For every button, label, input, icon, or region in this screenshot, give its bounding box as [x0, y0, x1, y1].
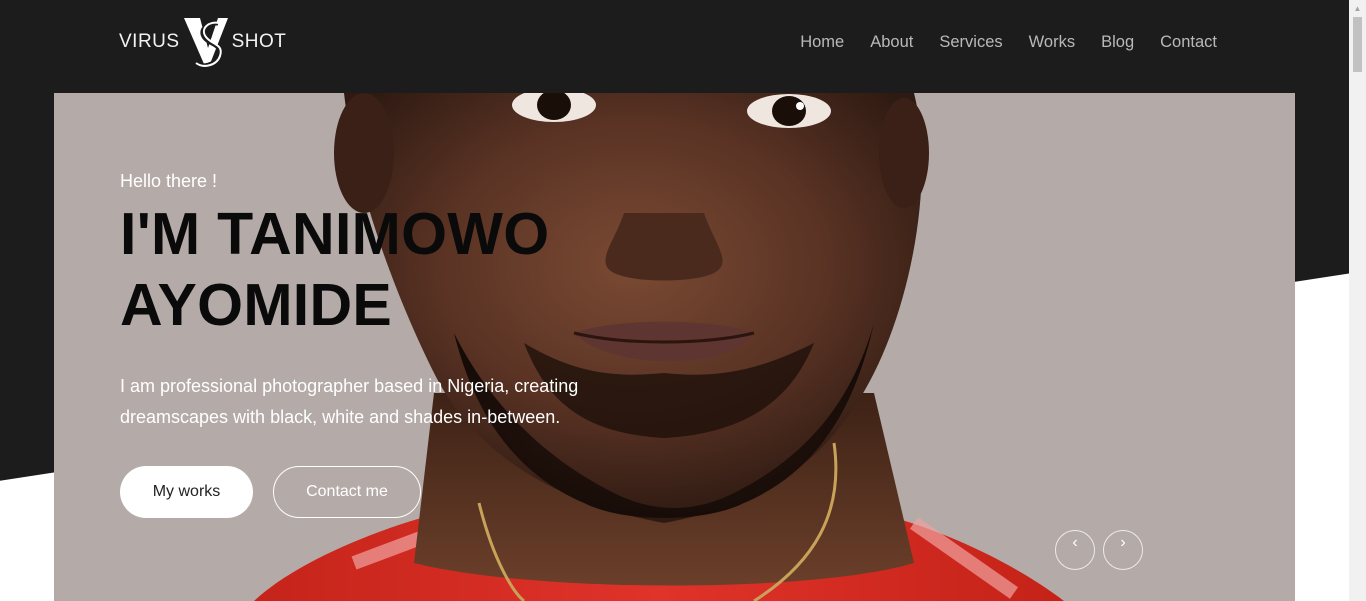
my-works-button[interactable]: My works: [120, 466, 253, 518]
logo-word-left: VIRUS: [119, 31, 180, 52]
vertical-scrollbar[interactable]: ▲: [1349, 0, 1366, 601]
logo-mark-icon: [183, 18, 228, 67]
headline-line-2: AYOMIDE: [120, 272, 393, 338]
scrollbar-thumb[interactable]: [1353, 17, 1362, 72]
nav-works[interactable]: Works: [1029, 33, 1075, 52]
logo-word-right: SHOT: [231, 31, 287, 52]
chevron-left-icon: ‹: [1072, 534, 1078, 551]
hero-text: Hello there ! I'M TANIMOWO AYOMIDE I am …: [120, 171, 680, 433]
hero-greeting: Hello there !: [120, 171, 218, 191]
hero-slider: Hello there ! I'M TANIMOWO AYOMIDE I am …: [54, 93, 1295, 601]
hero-description: I am professional photographer based in …: [120, 376, 579, 427]
chevron-right-icon: ›: [1120, 534, 1126, 551]
nav-about[interactable]: About: [870, 33, 913, 52]
headline-line-1: I'M TANIMOWO: [120, 201, 550, 267]
nav-blog[interactable]: Blog: [1101, 33, 1134, 52]
site-header: VIRUS SHOT Home About Services Works Blo…: [0, 0, 1349, 93]
hero-headline: I'M TANIMOWO AYOMIDE: [120, 199, 680, 341]
main-nav: Home About Services Works Blog Contact: [774, 0, 1217, 85]
scroll-up-arrow-icon[interactable]: ▲: [1349, 0, 1366, 17]
slider-next-button[interactable]: ›: [1103, 530, 1143, 570]
contact-me-button[interactable]: Contact me: [273, 466, 421, 518]
nav-services[interactable]: Services: [939, 33, 1002, 52]
slider-prev-button[interactable]: ‹: [1055, 530, 1095, 570]
brand-logo[interactable]: VIRUS SHOT: [119, 14, 286, 70]
nav-contact[interactable]: Contact: [1160, 33, 1217, 52]
nav-home[interactable]: Home: [800, 33, 844, 52]
